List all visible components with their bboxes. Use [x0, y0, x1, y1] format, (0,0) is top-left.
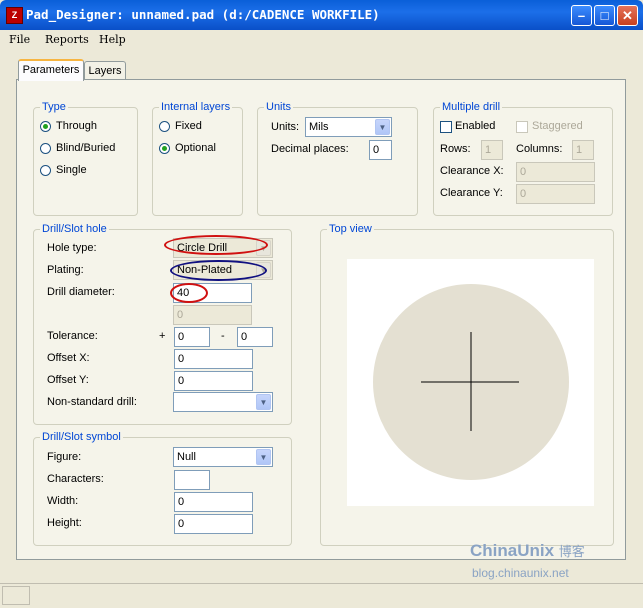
- radio-fixed[interactable]: [159, 121, 170, 132]
- characters-input[interactable]: [174, 470, 210, 490]
- drill-slot-symbol-title: Drill/Slot symbol: [40, 431, 123, 443]
- characters-label: Characters:: [47, 473, 104, 485]
- hole-type-label: Hole type:: [47, 242, 97, 254]
- radio-single[interactable]: [40, 165, 51, 176]
- top-view-canvas: [347, 259, 594, 506]
- drill-second-input[interactable]: 0: [173, 305, 252, 325]
- decimal-places-input[interactable]: 0: [369, 140, 392, 160]
- units-select[interactable]: Mils ▼: [305, 117, 392, 137]
- radio-single-label: Single: [56, 164, 87, 176]
- columns-input[interactable]: 1: [572, 140, 594, 160]
- non-standard-drill-select[interactable]: ▼: [173, 392, 273, 412]
- offset-x-input[interactable]: 0: [174, 349, 253, 369]
- rows-label: Rows:: [440, 143, 471, 155]
- radio-optional[interactable]: [159, 143, 170, 154]
- tolerance-plus-input[interactable]: 0: [174, 327, 210, 347]
- top-view-title: Top view: [327, 223, 374, 235]
- watermark-url: blog.chinaunix.net: [472, 566, 569, 580]
- menu-bar: [0, 30, 643, 50]
- height-label: Height:: [47, 517, 82, 529]
- decimal-places-label: Decimal places:: [271, 143, 349, 155]
- columns-label: Columns:: [516, 143, 563, 155]
- close-button[interactable]: ✕: [617, 5, 638, 26]
- chevron-down-icon[interactable]: ▼: [375, 119, 390, 135]
- non-standard-drill-label: Non-standard drill:: [47, 396, 137, 408]
- figure-label: Figure:: [47, 451, 82, 463]
- offset-y-label: Offset Y:: [47, 374, 89, 386]
- offset-x-label: Offset X:: [47, 352, 90, 364]
- tab-layers[interactable]: Layers: [84, 61, 126, 81]
- tolerance-minus-sign: -: [221, 330, 225, 342]
- radio-through[interactable]: [40, 121, 51, 132]
- type-group-title: Type: [40, 101, 68, 113]
- enabled-checkbox[interactable]: [440, 121, 452, 133]
- multiple-drill-title: Multiple drill: [440, 101, 503, 113]
- tolerance-plus-sign: +: [159, 330, 166, 342]
- units-label: Units:: [271, 121, 300, 133]
- units-value: Mils: [309, 121, 329, 133]
- tab-parameters[interactable]: Parameters: [18, 59, 84, 81]
- minimize-button[interactable]: –: [571, 5, 592, 26]
- enabled-label: Enabled: [455, 120, 496, 132]
- drill-diameter-label: Drill diameter:: [47, 286, 115, 298]
- radio-blind-buried[interactable]: [40, 143, 51, 154]
- annotation-red-ellipse: [170, 283, 208, 303]
- staggered-label: Staggered: [532, 120, 583, 132]
- annotation-blue-ellipse: [170, 260, 267, 281]
- drill-slot-hole-title: Drill/Slot hole: [40, 223, 109, 235]
- app-icon[interactable]: Z: [6, 7, 23, 24]
- height-input[interactable]: 0: [174, 514, 253, 534]
- figure-select[interactable]: Null ▼: [173, 447, 273, 467]
- radio-through-label: Through: [56, 120, 97, 132]
- width-input[interactable]: 0: [174, 492, 253, 512]
- figure-value: Null: [177, 451, 196, 463]
- menu-help[interactable]: Help: [99, 33, 126, 46]
- clearance-x-label: Clearance X:: [440, 165, 504, 177]
- status-pane: [2, 586, 30, 605]
- clearance-x-input[interactable]: 0: [516, 162, 595, 182]
- watermark-brand-cn: 博客: [558, 544, 585, 559]
- width-label: Width:: [47, 495, 79, 507]
- watermark-brand: ChinaUnix 博客: [470, 541, 585, 561]
- rows-input[interactable]: 1: [481, 140, 503, 160]
- offset-y-input[interactable]: 0: [174, 371, 253, 391]
- chevron-down-icon[interactable]: ▼: [256, 449, 271, 465]
- annotation-red-ellipse: [164, 235, 268, 255]
- radio-blind-buried-label: Blind/Buried: [56, 142, 116, 154]
- radio-optional-label: Optional: [175, 142, 216, 154]
- status-bar: [0, 583, 643, 608]
- clearance-y-input[interactable]: 0: [516, 184, 595, 204]
- plating-label: Plating:: [47, 264, 84, 276]
- chevron-down-icon[interactable]: ▼: [256, 394, 271, 410]
- menu-reports[interactable]: Reports: [45, 33, 89, 46]
- maximize-button[interactable]: □: [594, 5, 615, 26]
- radio-fixed-label: Fixed: [175, 120, 202, 132]
- staggered-checkbox[interactable]: [516, 121, 528, 133]
- internal-layers-title: Internal layers: [159, 101, 233, 113]
- tolerance-minus-input[interactable]: 0: [237, 327, 273, 347]
- tolerance-label: Tolerance:: [47, 330, 98, 342]
- clearance-y-label: Clearance Y:: [440, 187, 503, 199]
- watermark-brand-text: ChinaUnix: [470, 541, 555, 560]
- menu-file[interactable]: File: [9, 33, 30, 46]
- pad-preview: [373, 284, 569, 480]
- window-title: Pad_Designer: unnamed.pad (d:/CADENCE WO…: [26, 7, 380, 22]
- units-group-title: Units: [264, 101, 294, 113]
